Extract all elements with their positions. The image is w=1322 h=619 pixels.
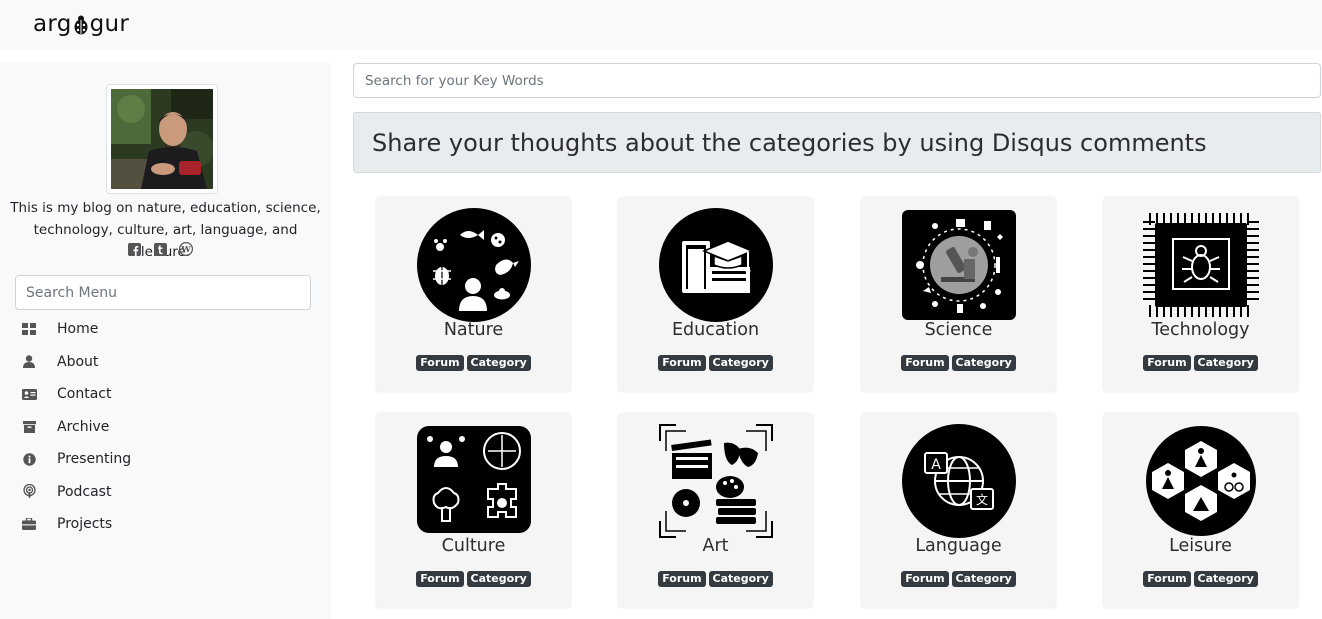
ladybug-icon (73, 14, 89, 36)
info-circle-icon (20, 450, 38, 468)
language-icon: A 文 (901, 423, 1017, 539)
card-title: Education (671, 320, 760, 340)
profile-photo (111, 89, 213, 189)
user-icon (20, 353, 38, 371)
facebook-icon[interactable] (127, 242, 141, 256)
sidebar-item-archive[interactable]: Archive (20, 411, 320, 444)
category-card-language[interactable]: A 文 Language Forum Category (860, 412, 1057, 609)
category-card-science[interactable]: Science Forum Category (860, 196, 1057, 393)
category-card-leisure[interactable]: Leisure Forum Category (1102, 412, 1299, 609)
education-icon (658, 207, 774, 323)
brand-text-start: arg (33, 11, 72, 37)
forum-badge[interactable]: Forum (416, 571, 464, 587)
category-card-nature[interactable]: Nature Forum Category (375, 196, 572, 393)
sidebar-item-presenting[interactable]: Presenting (20, 443, 320, 476)
forum-badge[interactable]: Forum (901, 355, 949, 371)
card-badges: Forum Category (375, 355, 572, 371)
category-badge[interactable]: Category (466, 571, 531, 587)
sidebar-item-label: Archive (57, 418, 110, 435)
forum-badge[interactable]: Forum (901, 571, 949, 587)
category-card-art[interactable]: Art Forum Category (617, 412, 814, 609)
category-badge[interactable]: Category (1193, 571, 1258, 587)
sidebar-item-about[interactable]: About (20, 346, 320, 379)
brand-text-end: gur (89, 11, 130, 37)
card-badges: Forum Category (1102, 571, 1299, 587)
comments-banner: Share your thoughts about the categories… (353, 112, 1321, 173)
card-title: Science (924, 320, 993, 340)
podcast-icon (20, 483, 38, 501)
forum-badge[interactable]: Forum (658, 571, 706, 587)
culture-icon (416, 423, 532, 539)
sidebar-menu: Home About Contact Archive Presenting Po… (20, 313, 320, 541)
sidebar-item-contact[interactable]: Contact (20, 378, 320, 411)
card-title: Technology (1151, 320, 1250, 340)
svg-text:文: 文 (976, 492, 988, 507)
category-badge[interactable]: Category (951, 355, 1016, 371)
menu-search-input[interactable] (15, 275, 311, 310)
card-title: Culture (441, 536, 506, 556)
category-badge[interactable]: Category (708, 355, 773, 371)
card-title: Nature (443, 320, 504, 340)
profile-photo-frame (106, 84, 218, 194)
leisure-icon (1143, 423, 1259, 539)
top-navbar: arg gur (0, 0, 1322, 50)
card-badges: Forum Category (860, 571, 1057, 587)
sidebar-item-label: Presenting (57, 451, 132, 468)
grid-icon (20, 320, 38, 338)
sidebar-item-label: Contact (57, 386, 112, 403)
keyword-search-input[interactable] (353, 63, 1321, 98)
card-badges: Forum Category (617, 355, 814, 371)
card-title: Art (702, 536, 729, 556)
sidebar-item-projects[interactable]: Projects (20, 508, 320, 541)
sidebar: This is my blog on nature, education, sc… (0, 63, 331, 619)
svg-text:A: A (931, 457, 941, 473)
card-badges: Forum Category (1102, 355, 1299, 371)
archive-box-icon (20, 418, 38, 436)
sidebar-item-label: Projects (57, 516, 113, 533)
forum-badge[interactable]: Forum (416, 355, 464, 371)
category-badge[interactable]: Category (1193, 355, 1258, 371)
forum-badge[interactable]: Forum (658, 355, 706, 371)
brand-logo[interactable]: arg gur (33, 11, 129, 37)
art-icon (658, 423, 774, 539)
tumblr-icon[interactable] (153, 242, 167, 256)
sidebar-item-podcast[interactable]: Podcast (20, 476, 320, 509)
science-icon (901, 207, 1017, 323)
sidebar-item-label: Podcast (57, 483, 112, 500)
card-badges: Forum Category (617, 571, 814, 587)
svg-text:W: W (180, 245, 191, 255)
sidebar-item-home[interactable]: Home (20, 313, 320, 346)
category-card-education[interactable]: Education Forum Category (617, 196, 814, 393)
card-title: Leisure (1169, 536, 1232, 556)
briefcase-icon (20, 515, 38, 533)
forum-badge[interactable]: Forum (1143, 571, 1191, 587)
category-badge[interactable]: Category (708, 571, 773, 587)
card-badges: Forum Category (375, 571, 572, 587)
page-heading: Share your thoughts about the categories… (372, 128, 1207, 157)
category-badge[interactable]: Category (466, 355, 531, 371)
category-card-culture[interactable]: Culture Forum Category (375, 412, 572, 609)
address-card-icon (20, 385, 38, 403)
social-links: W (120, 242, 200, 256)
card-badges: Forum Category (860, 355, 1057, 371)
category-badge[interactable]: Category (951, 571, 1016, 587)
forum-badge[interactable]: Forum (1143, 355, 1191, 371)
sidebar-item-label: About (57, 353, 99, 370)
category-card-technology[interactable]: Technology Forum Category (1102, 196, 1299, 393)
wordpress-icon[interactable]: W (179, 242, 193, 256)
sidebar-item-label: Home (57, 321, 99, 338)
nature-icon (416, 207, 532, 323)
card-title: Language (915, 536, 1002, 556)
technology-chip-icon (1143, 207, 1259, 323)
